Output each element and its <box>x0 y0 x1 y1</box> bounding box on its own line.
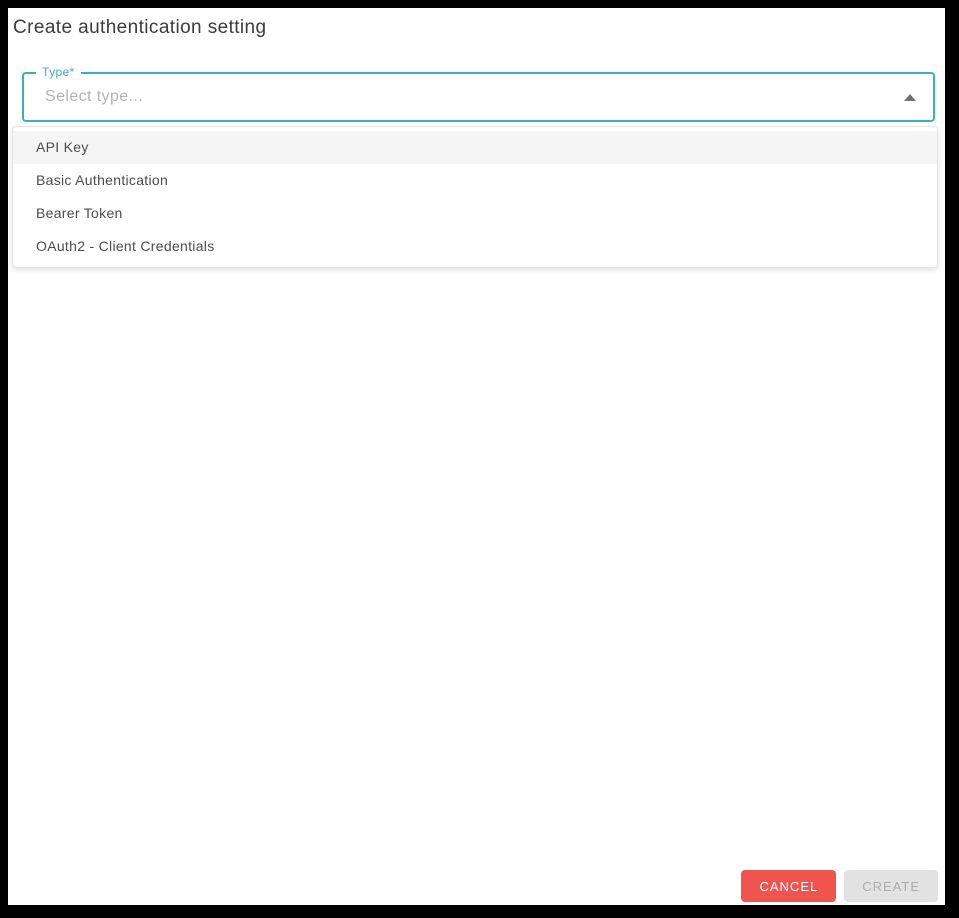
dropdown-option-basic-authentication[interactable]: Basic Authentication <box>13 164 937 197</box>
dropdown-option-bearer-token[interactable]: Bearer Token <box>13 197 937 230</box>
type-select-placeholder: Select type... <box>45 88 144 105</box>
dropdown-option-api-key[interactable]: API Key <box>13 131 937 164</box>
type-select-label: Type* <box>36 65 81 79</box>
type-select[interactable]: Type* Select type... <box>22 65 935 122</box>
caret-up-icon[interactable] <box>904 94 916 101</box>
dialog-window: Create authentication setting Type* Sele… <box>0 0 959 918</box>
dialog-footer: CANCEL CREATE <box>741 870 938 902</box>
dialog-title: Create authentication setting <box>13 17 267 38</box>
create-button[interactable]: CREATE <box>844 870 938 902</box>
type-dropdown-menu: API Key Basic Authentication Bearer Toke… <box>12 126 938 268</box>
dialog-body: Create authentication setting Type* Sele… <box>8 8 945 905</box>
dropdown-option-oauth2-client-credentials[interactable]: OAuth2 - Client Credentials <box>13 230 937 263</box>
cancel-button[interactable]: CANCEL <box>741 870 837 902</box>
